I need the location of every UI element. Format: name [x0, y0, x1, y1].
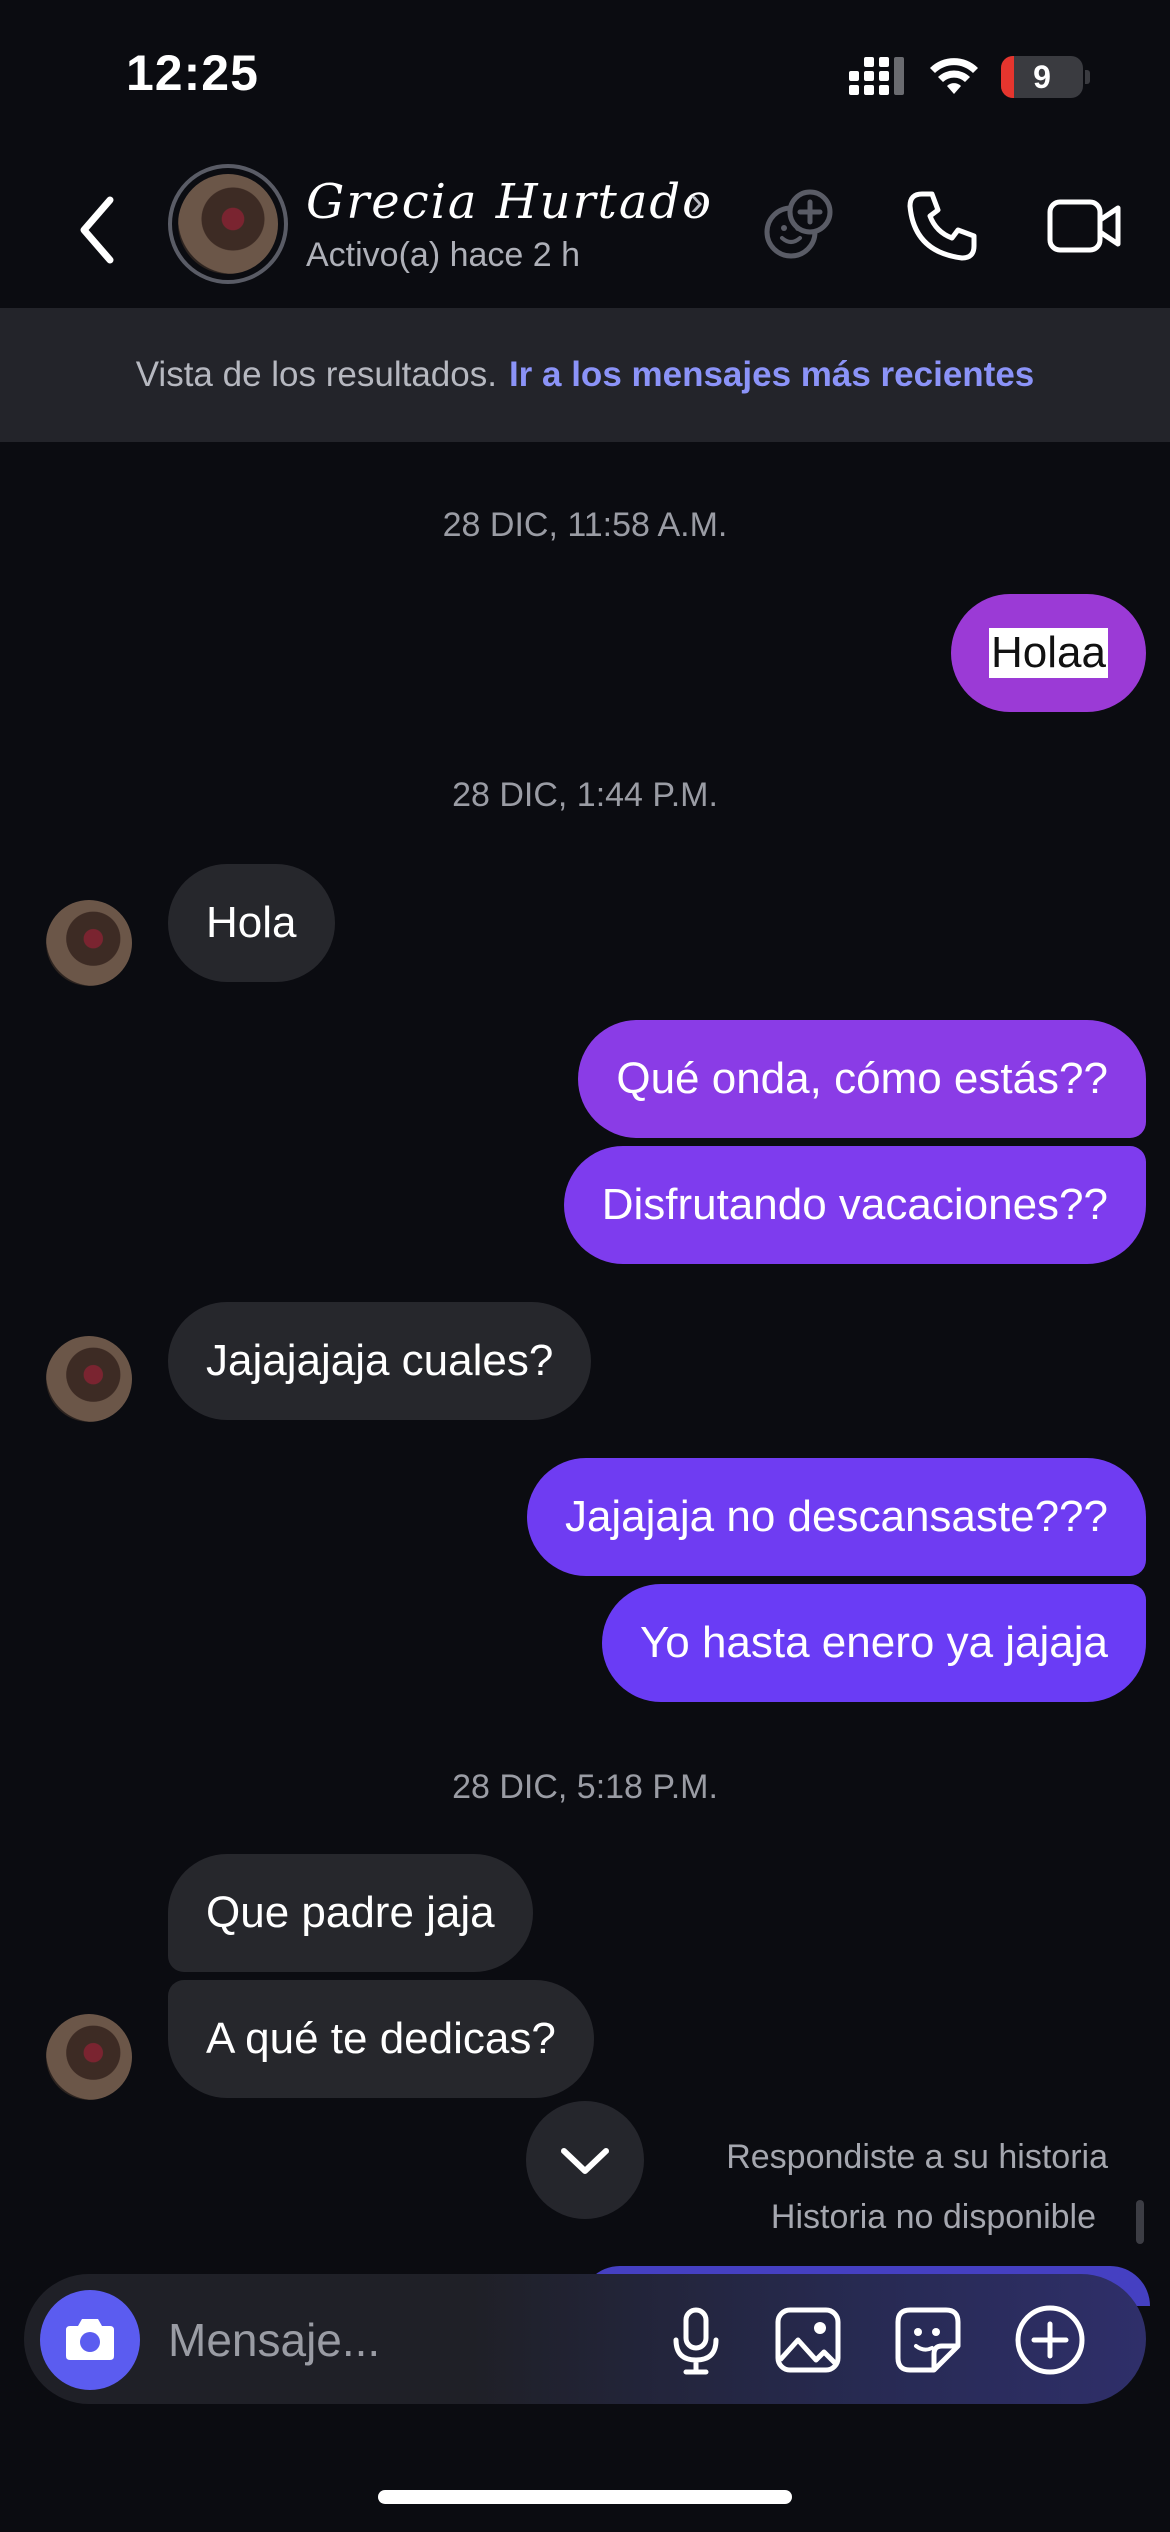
story-reply-label: Respondiste a su historia — [726, 2138, 1108, 2176]
camera-button[interactable] — [40, 2290, 140, 2390]
timestamp: 28 DIC, 1:44 P.M. — [452, 776, 718, 814]
contact-avatar-small[interactable] — [46, 900, 132, 986]
plus-circle-icon[interactable] — [1010, 2300, 1090, 2380]
phone-icon[interactable] — [902, 186, 982, 266]
scrollbar[interactable] — [1136, 2200, 1144, 2244]
outgoing-message[interactable]: Disfrutando vacaciones?? — [563, 1146, 1146, 1264]
banner-text: Vista de los resultados. — [135, 355, 497, 394]
contact-avatar[interactable] — [168, 164, 288, 284]
sticker-icon[interactable] — [888, 2300, 968, 2380]
outgoing-message[interactable]: Yo hasta enero ya jajaja — [601, 1584, 1146, 1702]
chevron-down-icon — [561, 2148, 609, 2174]
video-camera-icon[interactable] — [1044, 186, 1124, 266]
chat-screen: 12:25 9 Grecia Hurtado › Activo(a) hace … — [0, 0, 1170, 2532]
camera-icon — [66, 2319, 114, 2360]
incoming-message[interactable]: Que padre jaja — [168, 1854, 533, 1972]
search-results-banner: Vista de los resultados. Ir a los mensaj… — [0, 308, 1170, 442]
incoming-message[interactable]: Hola — [168, 864, 335, 982]
status-icons: 9 — [849, 52, 1090, 102]
add-people-icon[interactable] — [758, 186, 838, 266]
story-unavailable-label: Historia no disponible — [770, 2198, 1096, 2236]
battery-level: 9 — [1033, 58, 1051, 95]
chevron-right-icon[interactable]: › — [690, 180, 703, 225]
outgoing-message[interactable]: Qué onda, cómo estás?? — [578, 1020, 1146, 1138]
message-input[interactable] — [168, 2308, 628, 2372]
microphone-icon[interactable] — [656, 2300, 736, 2380]
scroll-to-bottom-button[interactable] — [526, 2101, 644, 2219]
chat-header: Grecia Hurtado › Activo(a) hace 2 h — [0, 150, 1170, 308]
contact-avatar-small[interactable] — [46, 2014, 132, 2100]
cellular-signal-icon — [849, 57, 904, 95]
jump-to-recent-link[interactable]: Ir a los mensajes más recientes — [509, 355, 1034, 395]
back-chevron-icon[interactable] — [70, 190, 130, 270]
incoming-message[interactable]: A qué te dedicas? — [168, 1980, 594, 2098]
incoming-message[interactable]: Jajajajaja cuales? — [168, 1302, 592, 1420]
status-bar: 12:25 9 — [0, 0, 1170, 150]
outgoing-message[interactable]: Holaa — [951, 594, 1146, 712]
message-text-highlighted: Holaa — [989, 628, 1108, 678]
contact-name[interactable]: Grecia Hurtado — [306, 174, 713, 230]
timestamp: 28 DIC, 5:18 P.M. — [452, 1768, 718, 1806]
timestamp: 28 DIC, 11:58 A.M. — [442, 506, 728, 544]
outgoing-message[interactable]: Jajajaja no descansaste??? — [526, 1458, 1146, 1576]
contact-avatar-small[interactable] — [46, 1336, 132, 1422]
wifi-icon — [930, 58, 978, 94]
battery-icon: 9 — [1001, 56, 1090, 98]
battery-body: 9 — [1001, 56, 1083, 98]
gallery-icon[interactable] — [768, 2300, 848, 2380]
contact-status: Activo(a) hace 2 h — [306, 236, 581, 274]
status-time: 12:25 — [126, 45, 259, 101]
home-indicator[interactable] — [378, 2490, 792, 2504]
